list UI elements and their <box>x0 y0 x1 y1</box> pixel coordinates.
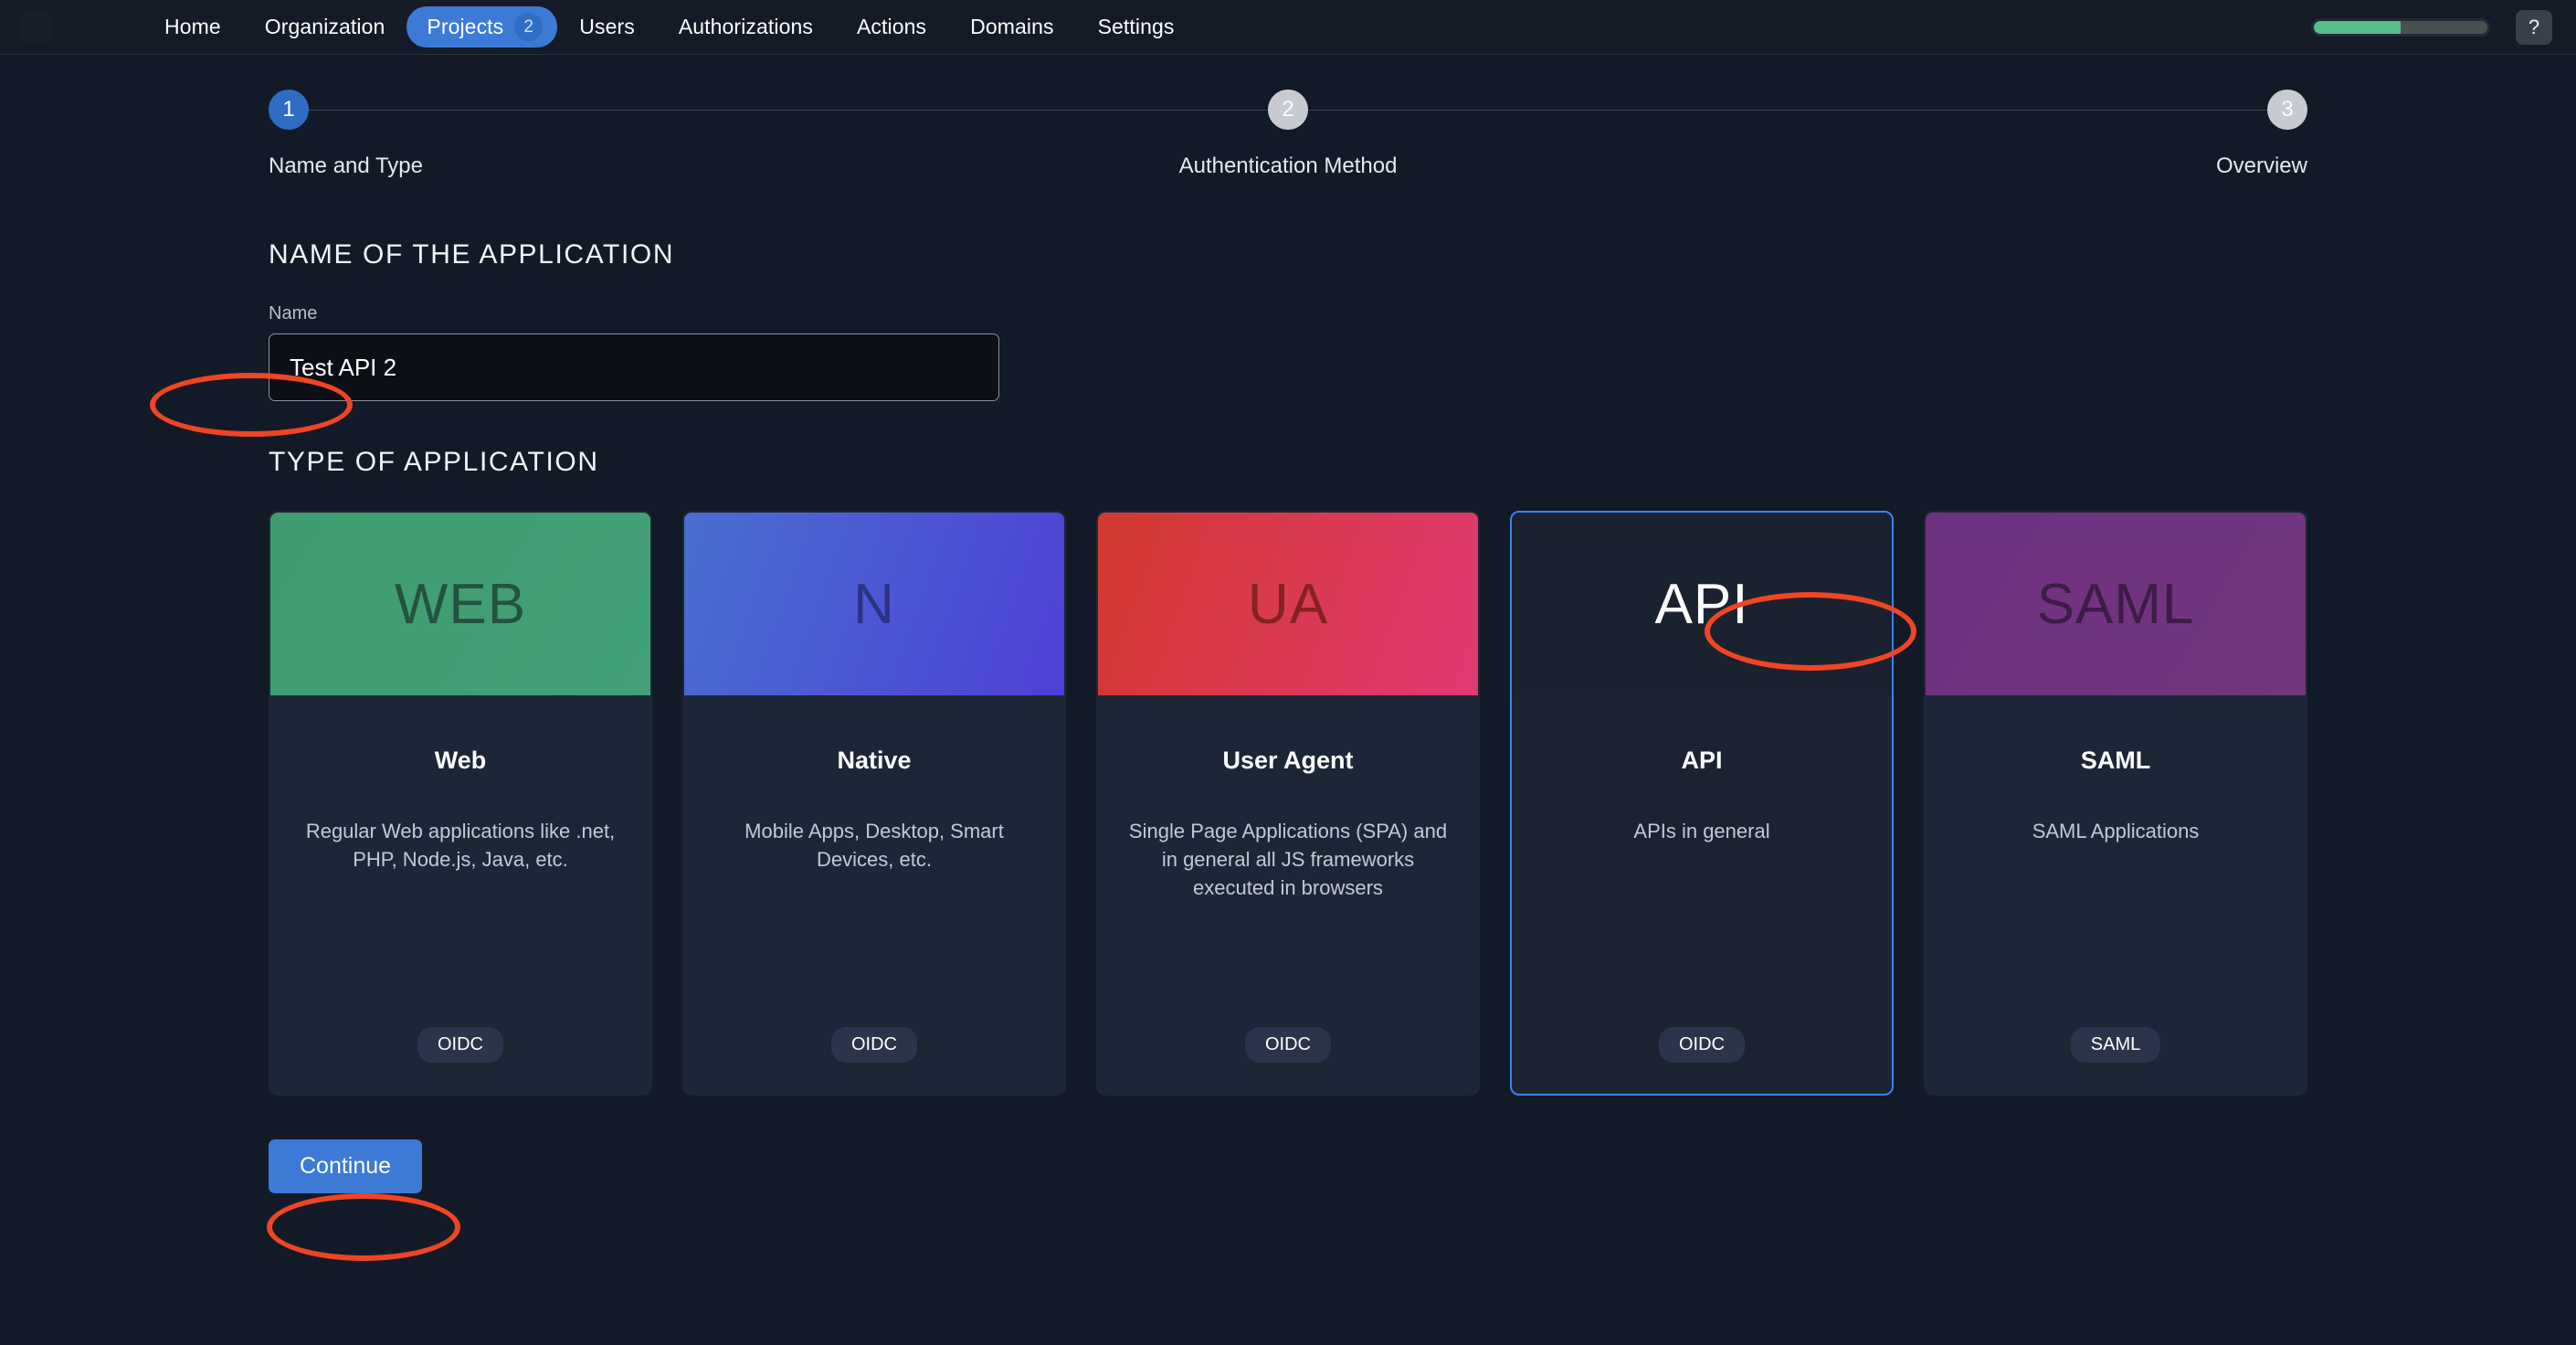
card-saml[interactable]: SAML SAML SAML Applications SAML <box>1924 511 2307 1096</box>
wizard-stepper: 1 2 3 <box>269 90 2307 132</box>
card-web-description: Regular Web applications like .net, PHP,… <box>292 817 628 874</box>
card-native-description: Mobile Apps, Desktop, Smart Devices, etc… <box>706 817 1042 874</box>
nav-items: Home Organization Projects 2 Users Autho… <box>143 6 1196 48</box>
setup-progress-bar <box>2311 18 2490 37</box>
help-button[interactable]: ? <box>2516 10 2552 45</box>
card-user-agent-protocol-tag: OIDC <box>1245 1027 1331 1063</box>
stepper-labels: Name and Type Authentication Method Over… <box>269 154 2307 183</box>
nav-item-authorizations[interactable]: Authorizations <box>657 8 835 46</box>
continue-button[interactable]: Continue <box>269 1139 422 1193</box>
card-saml-description: SAML Applications <box>2032 817 2200 845</box>
card-api-banner: API <box>1512 513 1892 695</box>
card-api[interactable]: API API APIs in general OIDC <box>1510 511 1894 1096</box>
card-api-protocol-tag: OIDC <box>1659 1027 1745 1063</box>
card-saml-body: SAML SAML Applications SAML <box>1926 695 2306 1094</box>
card-web-title: Web <box>435 747 487 775</box>
card-native-protocol-tag: OIDC <box>831 1027 917 1063</box>
card-saml-protocol-tag: SAML <box>2071 1027 2160 1063</box>
top-navigation-bar: Home Organization Projects 2 Users Autho… <box>0 0 2576 55</box>
card-native-body: Native Mobile Apps, Desktop, Smart Devic… <box>684 695 1064 1094</box>
card-web-protocol-tag: OIDC <box>417 1027 503 1063</box>
nav-item-home[interactable]: Home <box>143 8 243 46</box>
nav-item-projects-badge: 2 <box>514 13 543 41</box>
nav-item-domains[interactable]: Domains <box>948 8 1075 46</box>
card-native-title: Native <box>837 747 911 775</box>
nav-item-organization[interactable]: Organization <box>243 8 407 46</box>
stepper-label-3: Overview <box>2216 154 2307 179</box>
card-saml-banner: SAML <box>1926 513 2306 695</box>
stepper-step-1[interactable]: 1 <box>269 90 309 130</box>
type-section-title: TYPE OF APPLICATION <box>269 447 2307 478</box>
nav-item-projects-label: Projects <box>427 15 503 39</box>
card-user-agent-title: User Agent <box>1222 747 1353 775</box>
brand-logo-icon <box>20 13 51 42</box>
nav-item-actions[interactable]: Actions <box>835 8 948 46</box>
card-user-agent-description: Single Page Applications (SPA) and in ge… <box>1120 817 1456 903</box>
card-api-title: API <box>1681 747 1722 775</box>
page-content: 1 2 3 Name and Type Authentication Metho… <box>0 90 2576 1193</box>
stepper-step-3[interactable]: 3 <box>2267 90 2307 130</box>
setup-progress-fill <box>2314 21 2401 34</box>
card-user-agent-banner: UA <box>1098 513 1478 695</box>
application-type-cards: WEB Web Regular Web applications like .n… <box>269 511 2307 1096</box>
card-native-banner: N <box>684 513 1064 695</box>
name-input[interactable] <box>269 334 999 401</box>
card-api-description: APIs in general <box>1633 817 1769 845</box>
stepper-label-2: Authentication Method <box>1179 154 1398 179</box>
card-user-agent-body: User Agent Single Page Applications (SPA… <box>1098 695 1478 1094</box>
nav-item-projects[interactable]: Projects 2 <box>406 6 557 48</box>
top-nav-right-group: ? <box>2311 0 2552 55</box>
card-api-body: API APIs in general OIDC <box>1512 695 1892 1094</box>
card-native[interactable]: N Native Mobile Apps, Desktop, Smart Dev… <box>682 511 1066 1096</box>
card-user-agent[interactable]: UA User Agent Single Page Applications (… <box>1096 511 1480 1096</box>
stepper-label-1: Name and Type <box>269 154 423 179</box>
card-web-banner: WEB <box>270 513 650 695</box>
name-field-label: Name <box>269 303 2307 324</box>
annotation-ellipse-continue-button <box>267 1193 460 1261</box>
card-web-body: Web Regular Web applications like .net, … <box>270 695 650 1094</box>
nav-item-users[interactable]: Users <box>557 8 657 46</box>
nav-item-settings[interactable]: Settings <box>1076 8 1197 46</box>
card-saml-title: SAML <box>2081 747 2151 775</box>
name-section-title: NAME OF THE APPLICATION <box>269 239 2307 270</box>
card-web[interactable]: WEB Web Regular Web applications like .n… <box>269 511 652 1096</box>
stepper-step-2[interactable]: 2 <box>1268 90 1308 130</box>
